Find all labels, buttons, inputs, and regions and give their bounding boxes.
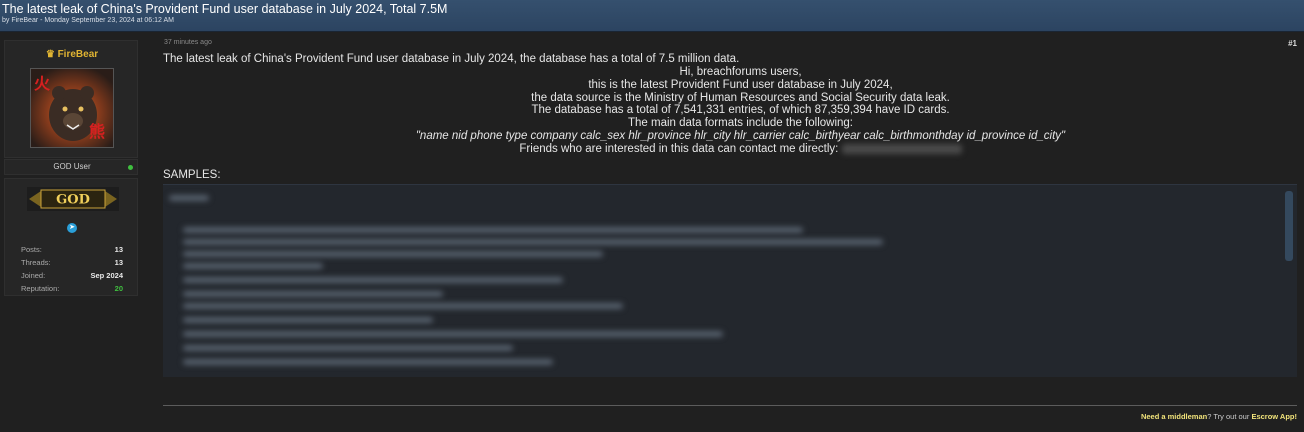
stat-threads: Threads: 13 xyxy=(21,258,123,268)
thread-header: The latest leak of China's Provident Fun… xyxy=(0,0,1304,32)
author-username[interactable]: ♛ FireBear xyxy=(5,49,139,60)
stat-label: Reputation: xyxy=(21,284,60,293)
message-line: The main data formats include the follow… xyxy=(627,117,853,130)
redacted-line xyxy=(183,317,433,323)
stat-label: Joined: xyxy=(21,271,46,280)
post-number[interactable]: #1 xyxy=(1288,39,1297,48)
avatar[interactable]: 火 熊 xyxy=(30,68,114,148)
code-scrollbar[interactable] xyxy=(1285,191,1293,261)
post-timestamp[interactable]: 37 minutes ago xyxy=(164,39,212,46)
thread-meta: by FireBear - Monday September 23, 2024 … xyxy=(2,17,174,24)
crown-icon: ♛ xyxy=(45,49,55,60)
post-message: Hi, breachforums users, this is the late… xyxy=(403,66,1078,156)
message-line: The database has a total of 7,541,331 en… xyxy=(531,104,950,117)
post-intro: The latest leak of China's Provident Fun… xyxy=(163,53,740,65)
rank-label: GOD User xyxy=(53,162,91,171)
stat-reputation: Reputation: 20 xyxy=(21,284,123,294)
escrow-promo: Need a middleman? Try out our Escrow App… xyxy=(1141,412,1297,421)
stat-value[interactable]: 13 xyxy=(115,258,123,267)
message-line: the data source is the Ministry of Human… xyxy=(531,91,950,104)
stat-joined: Joined: Sep 2024 xyxy=(21,271,123,281)
message-line: Hi, breachforums users, xyxy=(679,66,802,78)
redacted-line xyxy=(183,303,623,309)
stat-value[interactable]: 13 xyxy=(115,245,123,254)
stat-value[interactable]: 20 xyxy=(115,284,123,293)
redacted-line xyxy=(183,291,443,297)
stat-value: Sep 2024 xyxy=(90,271,123,280)
svg-text:熊: 熊 xyxy=(89,122,105,141)
redacted-contact xyxy=(841,143,962,154)
stat-posts: Posts: 13 xyxy=(21,245,123,255)
escrow-app-link[interactable]: Escrow App! xyxy=(1251,412,1297,421)
online-status-icon xyxy=(128,165,133,170)
redacted-line xyxy=(183,331,723,337)
telegram-icon[interactable]: ➤ xyxy=(67,223,77,233)
author-stats: GOD ➤ Posts: 13 Threads: 13 Joined: Sep … xyxy=(4,178,138,296)
author-card: ♛ FireBear 火 熊 xyxy=(4,40,138,158)
redacted-line xyxy=(183,277,563,283)
samples-code-block[interactable] xyxy=(163,184,1297,377)
message-line: this is the latest Provident Fund user d… xyxy=(588,78,893,91)
god-rank-badge: GOD xyxy=(27,187,119,211)
redacted-line xyxy=(169,195,209,201)
contact-line: Friends who are interested in this data … xyxy=(403,143,1078,156)
promo-prefix: Need a xyxy=(1140,412,1166,421)
contact-text: Friends who are interested in this data … xyxy=(519,142,839,155)
rank-row: GOD User xyxy=(4,159,138,175)
redacted-line xyxy=(183,263,323,269)
redacted-line xyxy=(183,345,513,351)
bear-avatar-image: 火 熊 xyxy=(31,69,113,147)
post-divider xyxy=(163,405,1297,406)
stat-label: Threads: xyxy=(21,258,51,267)
data-formats: "name nid phone type company calc_sex hl… xyxy=(415,129,1066,142)
svg-text:火: 火 xyxy=(34,74,51,93)
author-username-label: FireBear xyxy=(57,49,99,60)
redacted-line xyxy=(183,239,883,245)
redacted-line xyxy=(183,359,553,365)
thread-title[interactable]: The latest leak of China's Provident Fun… xyxy=(2,2,447,16)
middleman-link[interactable]: middleman xyxy=(1168,412,1208,421)
author-sidebar: ♛ FireBear 火 熊 GOD User GOD ➤ Posts: 13 … xyxy=(4,40,138,296)
redacted-line xyxy=(183,251,603,257)
promo-mid: ? Try out our xyxy=(1207,412,1250,421)
stat-label: Posts: xyxy=(21,245,42,254)
samples-label: SAMPLES: xyxy=(163,169,221,181)
god-badge-text: GOD xyxy=(56,193,90,208)
redacted-line xyxy=(183,227,803,233)
